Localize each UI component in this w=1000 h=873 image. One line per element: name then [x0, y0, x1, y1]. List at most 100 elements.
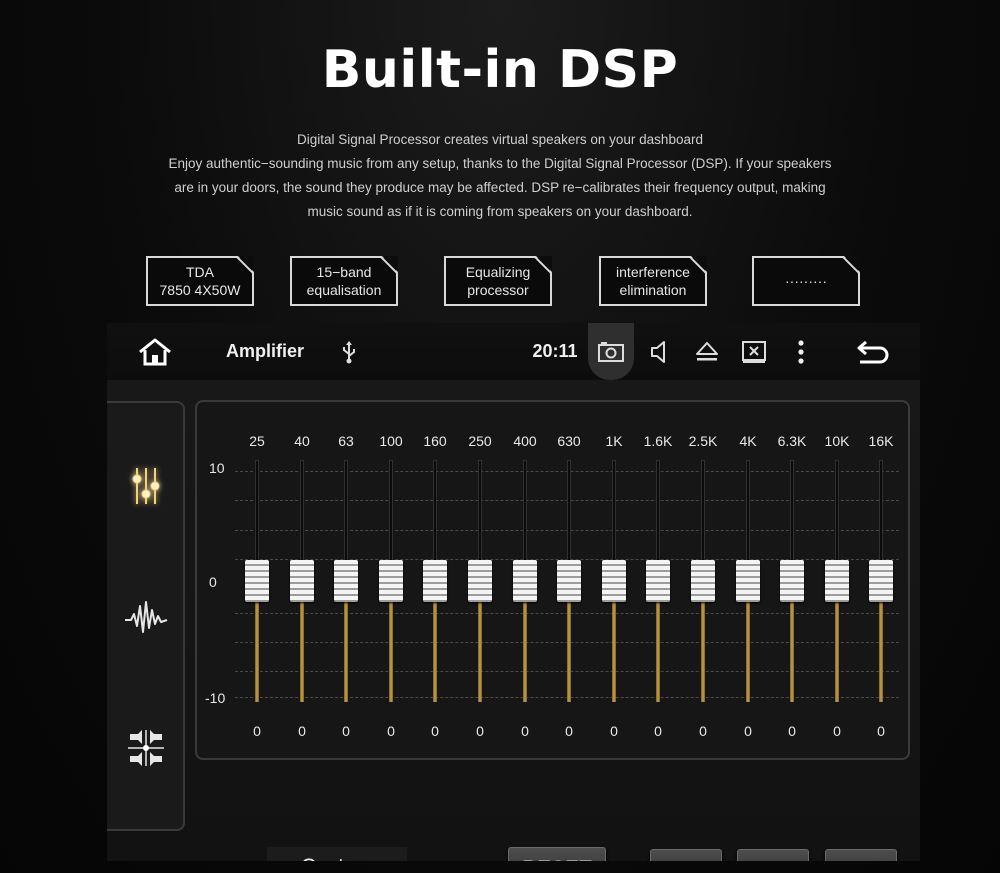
sidebar-item-balance[interactable]	[119, 721, 173, 775]
band-frequency-label: 63	[338, 433, 354, 449]
equalizer-panel: 10 0 -10 25 0 40 0 63 0 100 0 160 0 250 0 400 0 630 0 1K…	[195, 400, 910, 760]
amplifier-main: 10 0 -10 25 0 40 0 63 0 100 0 160 0 250 0 400 0 630 0 1K…	[107, 380, 920, 861]
scale-min-label: -10	[205, 690, 226, 706]
band-value-label: 0	[877, 723, 885, 739]
feature-tag-label: 15−band equalisation	[306, 264, 382, 298]
banner-title: Built-in DSP	[321, 40, 679, 100]
band-value-label: 0	[387, 723, 395, 739]
clock: 20:11	[532, 341, 578, 361]
camera-icon	[598, 341, 624, 362]
band-frequency-label: 40	[294, 433, 310, 449]
band-frequency-label: 6.3K	[777, 433, 807, 449]
band-slider-knob[interactable]	[468, 560, 492, 602]
home-button[interactable]	[133, 323, 177, 380]
feature-tag-label: interference elimination	[616, 264, 690, 298]
feature-tag-label: Equalizing processor	[465, 264, 531, 298]
page-title: Amplifier	[225, 341, 304, 361]
band-value-label: 0	[744, 723, 752, 739]
band-frequency-label: 16K	[868, 433, 894, 449]
band-value-label: 0	[298, 723, 306, 739]
back-icon	[857, 340, 889, 363]
sidebar-item-equalizer[interactable]	[119, 459, 173, 513]
band-slider-knob[interactable]	[869, 560, 893, 602]
feature-tag: Equalizing processor	[444, 256, 552, 306]
desc-line: Digital Signal Processor creates virtual…	[297, 132, 703, 147]
band-slider-knob[interactable]	[736, 560, 760, 602]
band-frequency-label: 250	[468, 433, 492, 449]
home-icon	[139, 338, 171, 365]
page-corner-icon	[689, 256, 707, 274]
band-value-label: 0	[654, 723, 662, 739]
band-slider-knob[interactable]	[379, 560, 403, 602]
band-frequency-label: 400	[513, 433, 537, 449]
equalizer-sliders-icon	[132, 468, 160, 504]
band-value-label: 0	[699, 723, 707, 739]
band-frequency-label: 25	[249, 433, 265, 449]
band-slider-knob[interactable]	[602, 560, 626, 602]
desc-line: are in your doors, the sound they produc…	[174, 180, 826, 195]
band-slider-knob[interactable]	[780, 560, 804, 602]
more-icon	[798, 339, 804, 364]
scale-mid-label: 0	[209, 574, 217, 590]
band-slider-knob[interactable]	[557, 560, 581, 602]
band-frequency-label: 1K	[605, 433, 623, 449]
feature-tag: interference elimination	[599, 256, 707, 306]
band-frequency-label: 10K	[824, 433, 850, 449]
preset-display: Custom	[267, 847, 407, 861]
band-slider-knob[interactable]	[691, 560, 715, 602]
band-frequency-label: 100	[379, 433, 403, 449]
band-value-label: 0	[833, 723, 841, 739]
band-slider-knob[interactable]	[334, 560, 358, 602]
volume-icon	[651, 340, 665, 363]
sidebar	[107, 401, 185, 831]
band-frequency-label: 1.6K	[643, 433, 673, 449]
band-value-label: 0	[565, 723, 573, 739]
banner-description: Digital Signal Processor creates virtual…	[150, 128, 850, 224]
band-value-label: 0	[610, 723, 618, 739]
screenshot-button[interactable]	[593, 323, 629, 380]
band-slider-knob[interactable]	[513, 560, 537, 602]
desc-line: Enjoy authentic−sounding music from any …	[168, 156, 832, 171]
eject-button[interactable]	[691, 323, 723, 380]
page-corner-icon	[236, 256, 254, 274]
status-bar: Amplifier 20:11	[107, 323, 920, 380]
band-frequency-label: 630	[557, 433, 581, 449]
amplifier-screen: Amplifier 20:11 10 0 -10 25 0 40 0 63 0 …	[107, 323, 920, 861]
band-value-label: 0	[342, 723, 350, 739]
band-value-label: 0	[431, 723, 439, 739]
volume-button[interactable]	[645, 323, 673, 380]
more-button[interactable]	[789, 323, 813, 380]
custom3-button[interactable]: custom3	[825, 849, 897, 861]
eject-icon	[696, 341, 718, 360]
band-slider-knob[interactable]	[245, 560, 269, 602]
band-value-label: 0	[253, 723, 261, 739]
band-slider-knob[interactable]	[290, 560, 314, 602]
band-slider-knob[interactable]	[423, 560, 447, 602]
feature-tag-label: TDA 7850 4X50W	[159, 264, 241, 298]
page-corner-icon	[534, 256, 552, 274]
feature-tag-label: ·········	[785, 273, 827, 289]
scale-max-label: 10	[209, 460, 225, 476]
usb-indicator	[337, 323, 361, 380]
band-value-label: 0	[521, 723, 529, 739]
custom2-button[interactable]: custom2	[737, 849, 809, 861]
band-value-label: 0	[476, 723, 484, 739]
page-corner-icon	[380, 256, 398, 274]
band-slider-knob[interactable]	[646, 560, 670, 602]
waveform-icon	[125, 601, 168, 633]
custom1-button[interactable]: custom1	[650, 849, 722, 861]
close-window-icon	[742, 340, 766, 363]
sidebar-item-waveform[interactable]	[119, 591, 173, 645]
band-frequency-label: 4K	[739, 433, 757, 449]
band-value-label: 0	[788, 723, 796, 739]
feature-tag: TDA 7850 4X50W	[146, 256, 254, 306]
reset-button[interactable]: RESET	[508, 847, 606, 861]
feature-tag: 15−band equalisation	[290, 256, 398, 306]
page-corner-icon	[842, 256, 860, 274]
band-frequency-label: 2.5K	[688, 433, 718, 449]
desc-line: music sound as if it is coming from spea…	[307, 204, 693, 219]
band-slider-knob[interactable]	[825, 560, 849, 602]
close-app-button[interactable]	[739, 323, 769, 380]
back-button[interactable]	[851, 323, 895, 380]
usb-icon	[343, 340, 355, 363]
